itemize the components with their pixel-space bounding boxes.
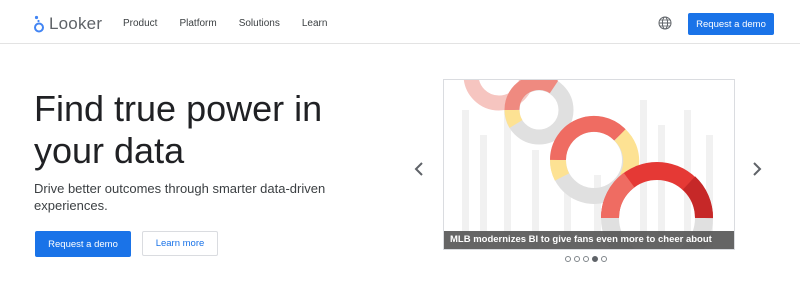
nav-link-learn[interactable]: Learn [302,18,328,29]
carousel-pagination [565,256,607,262]
slide-image [462,80,713,249]
brand-name: Looker [49,14,103,33]
nav-request-demo-button[interactable]: Request a demo [688,13,774,35]
hero-request-demo-button[interactable]: Request a demo [35,231,131,257]
carousel-dot[interactable] [592,256,598,262]
nav-link-platform[interactable]: Platform [179,18,216,29]
hero-title: Find true power in your data [34,88,323,171]
learn-more-button[interactable]: Learn more [142,231,218,256]
nav-link-solutions[interactable]: Solutions [239,18,280,29]
looker-logo[interactable]: Looker [33,14,102,34]
slide-caption[interactable]: MLB modernizes BI to give fans even more… [444,231,734,249]
top-nav: Looker Product Platform Solutions Learn … [0,0,800,44]
chevron-left-icon[interactable] [413,161,425,177]
looker-logo-icon [34,15,44,33]
carousel-dot[interactable] [583,256,589,262]
carousel-dot[interactable] [574,256,580,262]
nav-link-product[interactable]: Product [123,18,157,29]
nav-links: Product Platform Solutions Learn [123,18,327,29]
carousel-slide[interactable]: MLB modernizes BI to give fans even more… [443,79,735,250]
carousel-dot[interactable] [565,256,571,262]
carousel-dot[interactable] [601,256,607,262]
chevron-right-icon[interactable] [751,161,763,177]
hero-subtitle: Drive better outcomes through smarter da… [34,181,326,213]
globe-icon[interactable] [658,16,672,30]
